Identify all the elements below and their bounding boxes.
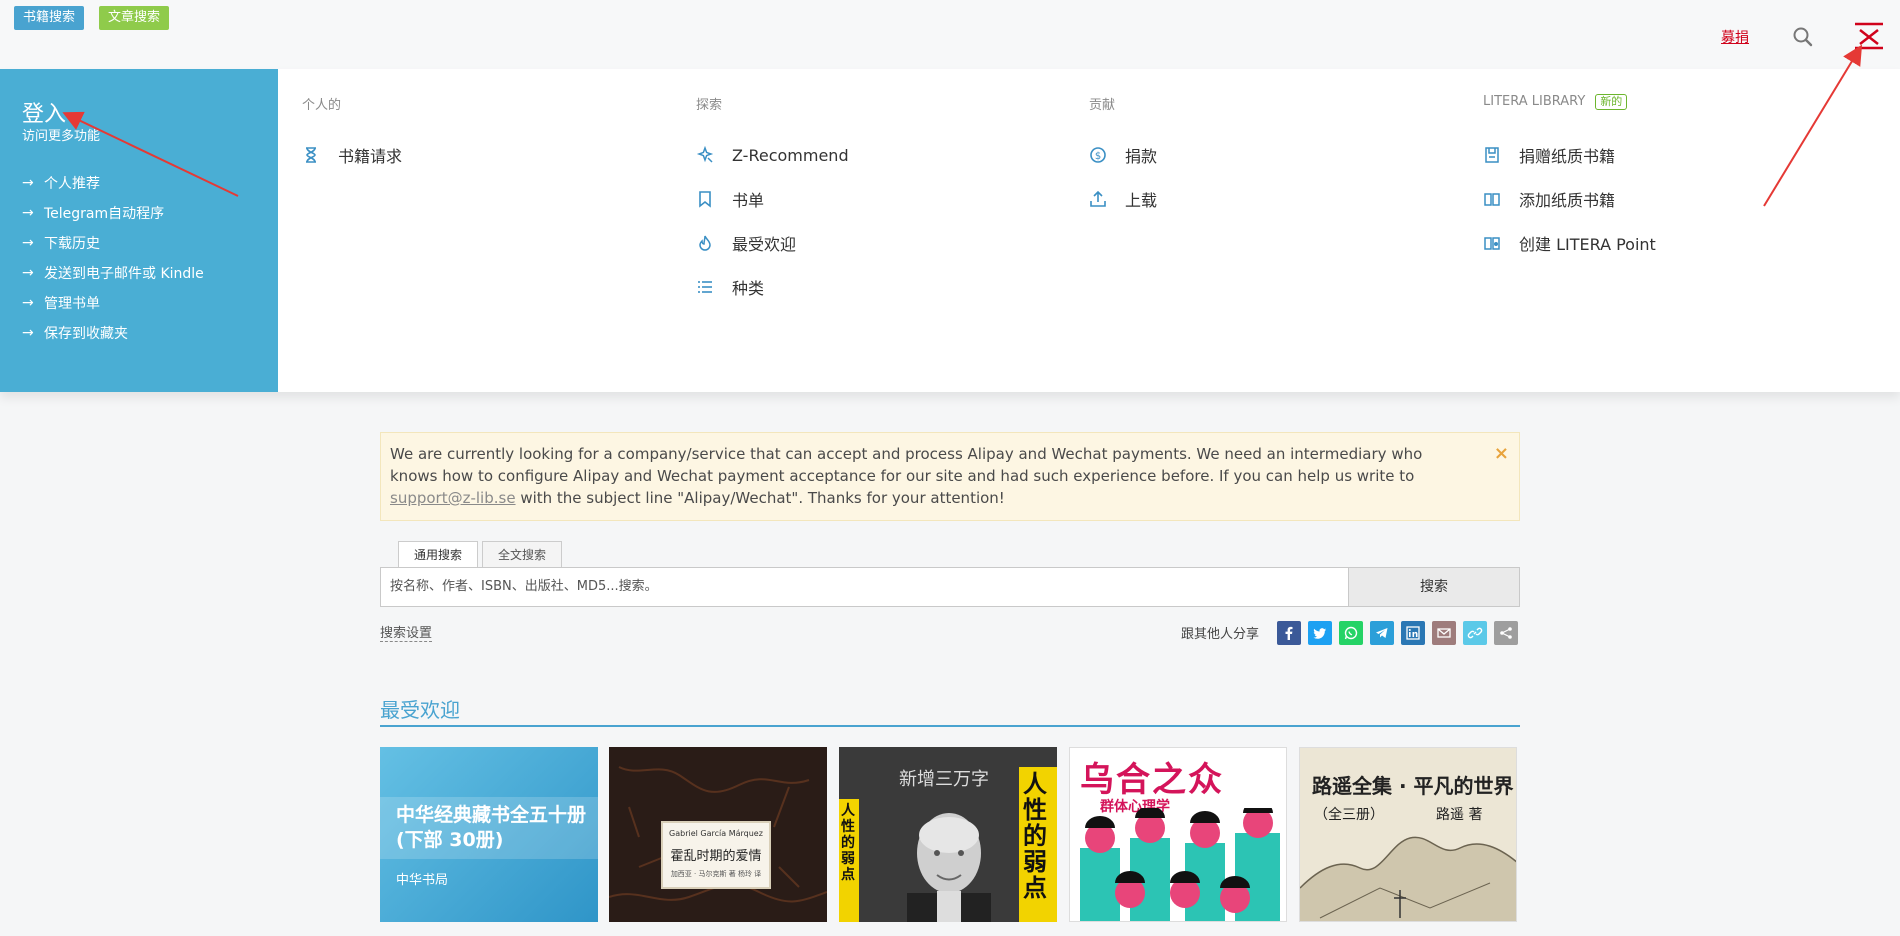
arrow-right-icon: → — [22, 235, 34, 251]
book-tagline: 新增三万字 — [899, 769, 989, 790]
menu-item-create-litera-point[interactable]: 创建 LITERA Point — [1483, 231, 1656, 255]
portrait-image — [907, 813, 991, 922]
login-subtitle: 访问更多功能 — [22, 129, 101, 144]
book-publisher: 中华书局 — [396, 873, 449, 888]
book-cover[interactable]: 乌合之众 群体心理学 — [1069, 747, 1287, 922]
login-feature-item[interactable]: → 个人推荐 — [22, 168, 204, 198]
arrow-right-icon: → — [22, 205, 34, 221]
whatsapp-icon[interactable] — [1339, 621, 1363, 645]
arrow-right-icon: → — [22, 265, 34, 281]
login-feature-item[interactable]: → 发送到电子邮件或 Kindle — [22, 258, 204, 288]
share-icon[interactable] — [1494, 621, 1518, 645]
book-cover[interactable]: 新增三万字 人性的弱点 人性的弱点 — [839, 747, 1057, 922]
payment-notice: We are currently looking for a company/s… — [380, 432, 1520, 521]
book-title: 中华经典藏书全五十册(下部 30册) — [396, 804, 587, 851]
search-icon[interactable] — [1790, 24, 1816, 50]
login-link[interactable]: 登入 — [22, 96, 66, 128]
facebook-icon[interactable] — [1277, 621, 1301, 645]
upload-icon — [1090, 190, 1106, 207]
menu-item-categories[interactable]: 种类 — [696, 275, 764, 299]
login-feature-item[interactable]: → 管理书单 — [22, 288, 204, 318]
arrow-right-icon: → — [22, 175, 34, 191]
map-book-icon — [1484, 237, 1500, 250]
tab-fulltext-search[interactable]: 全文搜索 — [482, 541, 563, 567]
menu-item-book-request[interactable]: 书籍请求 — [302, 143, 402, 167]
litera-heading: LITERA LIBRARY 新的 — [1483, 94, 1628, 110]
save-book-icon — [1485, 147, 1499, 163]
book-cover[interactable]: Gabriel García Márquez 霍乱时期的爱情 加西亚 · 马尔克… — [609, 747, 827, 922]
open-book-icon — [1484, 193, 1500, 206]
menu-item-upload[interactable]: 上载 — [1089, 187, 1157, 211]
svg-text:$: $ — [1095, 151, 1101, 162]
list-icon — [698, 281, 712, 293]
search-settings-link[interactable]: 搜索设置 — [380, 622, 433, 642]
arrow-right-icon: → — [22, 295, 34, 311]
section-divider — [380, 725, 1520, 727]
menu-item-add-paper-books[interactable]: 添加纸质书籍 — [1483, 187, 1615, 211]
menu-item-z-recommend[interactable]: Z-Recommend — [696, 143, 849, 167]
book-cover[interactable]: 中华经典藏书全五十册(下部 30册) 中华书局 — [380, 747, 598, 922]
email-icon[interactable] — [1432, 621, 1456, 645]
search-button[interactable]: 搜索 — [1348, 567, 1520, 607]
menu-item-donate[interactable]: $ 捐款 — [1089, 143, 1157, 167]
login-feature-item[interactable]: → 下载历史 — [22, 228, 204, 258]
book-subtitle: 加西亚 · 马尔克斯 著 杨玲 译 — [670, 870, 762, 878]
landscape-illustration — [1300, 836, 1516, 921]
book-title-right: 人性的弱点 — [1023, 770, 1047, 902]
flame-icon — [699, 235, 711, 251]
book-cover[interactable]: 路遥全集 · 平凡的世界 （全三册） 路遥 著 — [1299, 747, 1517, 922]
menu-item-donate-paper-books[interactable]: 捐赠纸质书籍 — [1483, 143, 1615, 167]
donate-link[interactable]: 募捐 — [1721, 27, 1749, 47]
twitter-icon[interactable] — [1308, 621, 1332, 645]
link-icon[interactable] — [1463, 621, 1487, 645]
explore-heading: 探索 — [696, 98, 723, 113]
hourglass-icon — [306, 147, 316, 163]
crowd-illustration — [1080, 808, 1280, 921]
article-search-chip[interactable]: 文章搜索 — [99, 6, 170, 30]
contribute-heading: 贡献 — [1089, 98, 1116, 113]
popular-section-title: 最受欢迎 — [380, 698, 460, 722]
book-author: Gabriel García Márquez — [669, 829, 763, 838]
dollar-coin-icon: $ — [1090, 147, 1106, 163]
arrow-right-icon: → — [22, 325, 34, 341]
book-title-left: 人性的弱点 — [841, 803, 855, 883]
new-badge: 新的 — [1595, 94, 1628, 110]
book-author: 路遥 著 — [1436, 807, 1483, 823]
book-title: 霍乱时期的爱情 — [670, 849, 762, 864]
login-feature-item[interactable]: → Telegram自动程序 — [22, 198, 204, 228]
search-input[interactable]: 按名称、作者、ISBN、出版社、MD5...搜索。 — [380, 567, 1349, 607]
support-email-link[interactable]: support@z-lib.se — [390, 489, 516, 507]
top-bar: 书籍搜索 文章搜索 募捐 — [0, 0, 1900, 69]
login-column: 登入 访问更多功能 → 个人推荐 → Telegram自动程序 → 下载历史 → 发送到… — [0, 69, 278, 392]
sparkle-icon — [696, 146, 714, 163]
book-title: 路遥全集 · 平凡的世界 — [1312, 774, 1514, 798]
book-volumes: （全三册） — [1314, 807, 1384, 823]
menu-close-icon[interactable] — [1852, 20, 1886, 52]
share-label: 跟其他人分享 — [1181, 627, 1260, 642]
book-title: 乌合之众 — [1080, 760, 1224, 800]
personal-heading: 个人的 — [302, 98, 342, 113]
menu-item-most-popular[interactable]: 最受欢迎 — [696, 231, 796, 255]
login-feature-item[interactable]: → 保存到收藏夹 — [22, 318, 204, 348]
book-search-chip[interactable]: 书籍搜索 — [14, 6, 85, 30]
close-icon[interactable]: × — [1494, 443, 1509, 465]
tab-general-search[interactable]: 通用搜索 — [398, 541, 479, 568]
telegram-icon[interactable] — [1370, 621, 1394, 645]
menu-item-booklists[interactable]: 书单 — [696, 187, 764, 211]
bookmark-icon — [699, 191, 711, 208]
linkedin-icon[interactable] — [1401, 621, 1425, 645]
menu-dropdown-panel: 登入 访问更多功能 → 个人推荐 → Telegram自动程序 → 下载历史 → 发送到… — [0, 69, 1900, 392]
login-feature-list: → 个人推荐 → Telegram自动程序 → 下载历史 → 发送到电子邮件或 Kind… — [22, 168, 204, 348]
